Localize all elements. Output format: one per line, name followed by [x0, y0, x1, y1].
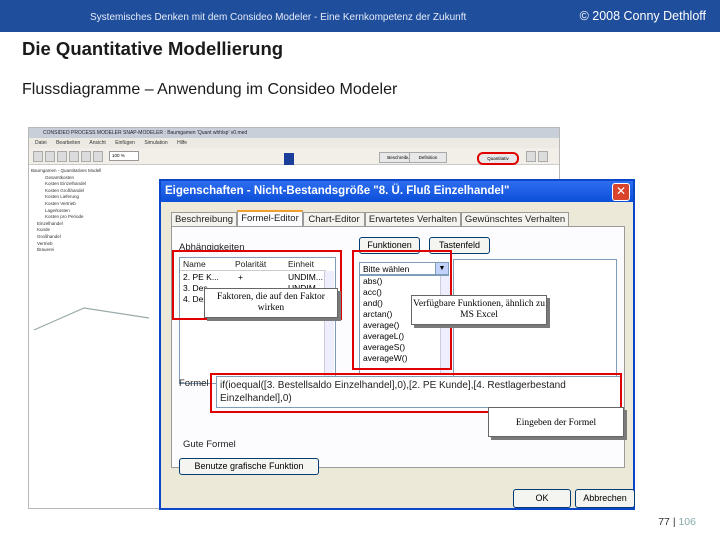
tree-item[interactable]: Gesamtkosten — [31, 175, 151, 182]
app-menubar: Datei Bearbeiten Ansicht Einfügen Simula… — [29, 138, 559, 148]
copy-icon[interactable] — [93, 151, 103, 162]
tree-item[interactable]: Kosten pro Periode — [31, 214, 151, 221]
header-copyright: © 2008 Conny Dethloff — [579, 9, 706, 23]
tree-item[interactable]: Großhandel — [31, 234, 151, 241]
page-number: 77 | 106 — [658, 516, 696, 528]
zoom-select[interactable]: 100 % — [109, 151, 139, 161]
formula-label: Formel — [179, 378, 209, 389]
use-graphical-function-button[interactable]: Benutze grafische Funktion — [179, 458, 319, 475]
app-toolbar: 100 % Beschreibung Definition Quantitati… — [29, 148, 559, 165]
tree-item[interactable]: Kunde — [31, 227, 151, 234]
help-icon[interactable] — [526, 151, 536, 162]
model-tree: Baumgamen - Quantitatives Modell Gesamtk… — [31, 168, 151, 288]
formula-status-label: Gute Formel — [183, 439, 236, 450]
tree-item[interactable]: Vertrieb — [31, 241, 151, 248]
cancel-button[interactable]: Abbrechen — [575, 489, 635, 508]
tree-item[interactable]: Baumgamen - Quantitatives Modell — [31, 168, 151, 175]
ok-button[interactable]: OK — [513, 489, 571, 508]
flow-diagram-fragment — [33, 307, 150, 331]
save-icon[interactable] — [57, 151, 67, 162]
menu-item-file[interactable]: Datei — [35, 140, 47, 146]
close-pane-icon[interactable] — [538, 151, 548, 162]
tab-quantitativ[interactable]: Quantitativ — [477, 152, 519, 165]
menu-item-help[interactable]: Hilfe — [177, 140, 187, 146]
callout-dependencies: Faktoren, die auf den Faktor wirken — [204, 288, 338, 318]
tab-definition[interactable]: Definition — [409, 152, 447, 163]
header-topic: Systemisches Denken mit dem Consideo Mod… — [90, 12, 467, 23]
page-separator: | — [672, 516, 676, 528]
tree-item[interactable]: Kosten Vertrieb — [31, 201, 151, 208]
callout-functions: Verfügbare Funktionen, ähnlich zu MS Exc… — [411, 295, 547, 325]
tree-item[interactable]: Einzelhandel — [31, 221, 151, 228]
tree-item[interactable]: Kosten Lieferung — [31, 194, 151, 201]
slide-subtitle: Flussdiagramme – Anwendung im Consideo M… — [22, 81, 398, 98]
tab-erwartetes-verhalten[interactable]: Erwartetes Verhalten — [365, 212, 461, 227]
tab-gewuenschtes-verhalten[interactable]: Gewünschtes Verhalten — [461, 212, 569, 227]
selection-marker — [284, 153, 294, 165]
tree-item[interactable]: Brauerei — [31, 247, 151, 254]
app-titlebar: CONSIDEO PROCESS MODELER SNAP-MODELER : … — [29, 128, 559, 138]
new-file-icon[interactable] — [33, 151, 43, 162]
menu-item-view[interactable]: Ansicht — [89, 140, 105, 146]
open-file-icon[interactable] — [45, 151, 55, 162]
close-icon[interactable]: ✕ — [612, 183, 630, 201]
menu-item-insert[interactable]: Einfügen — [115, 140, 135, 146]
tree-item[interactable]: Kosten Einzelhandel — [31, 181, 151, 188]
page-total: 106 — [678, 516, 696, 528]
cut-icon[interactable] — [81, 151, 91, 162]
dialog-title: Eigenschaften - Nicht-Bestandsgröße "8. … — [161, 181, 633, 202]
tab-beschreibung[interactable]: Beschreibung — [171, 212, 237, 227]
slide-title: Die Quantitative Modellierung — [22, 38, 284, 59]
menu-item-edit[interactable]: Bearbeiten — [56, 140, 80, 146]
page-current: 77 — [658, 516, 670, 528]
menu-item-simulation[interactable]: Simulation — [144, 140, 167, 146]
slide-header: Systemisches Denken mit dem Consideo Mod… — [0, 0, 720, 32]
print-icon[interactable] — [69, 151, 79, 162]
tree-item[interactable]: Kosten Großhandel — [31, 188, 151, 195]
tab-chart-editor[interactable]: Chart-Editor — [303, 212, 365, 227]
tree-item[interactable]: Lagerkosten — [31, 208, 151, 215]
callout-formula: Eingeben der Formel — [488, 407, 624, 437]
